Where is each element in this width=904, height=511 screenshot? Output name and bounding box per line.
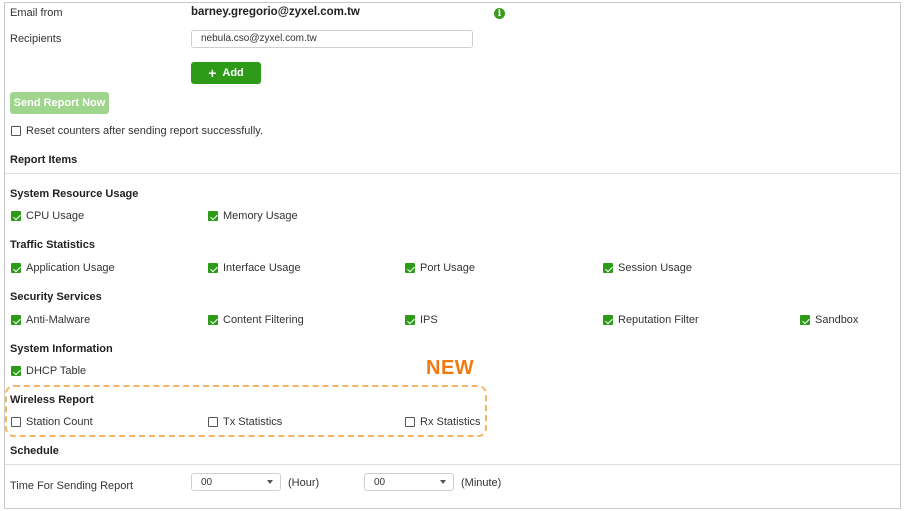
rx-statistics-checkbox[interactable]: Rx Statistics: [405, 416, 481, 428]
checkbox-icon: [405, 417, 415, 427]
content-filtering-checkbox[interactable]: Content Filtering: [208, 314, 304, 326]
time-for-sending-label: Time For Sending Report: [10, 480, 134, 492]
port-usage-checkbox[interactable]: Port Usage: [405, 262, 475, 274]
divider: [5, 173, 900, 174]
recipients-label: Recipients: [10, 33, 62, 45]
minute-select-value: 00: [374, 476, 386, 488]
content-filtering-label: Content Filtering: [223, 314, 304, 326]
checkbox-checked-icon: [11, 366, 21, 376]
ips-label: IPS: [420, 314, 438, 326]
caret-down-icon: [267, 480, 273, 484]
tx-statistics-checkbox[interactable]: Tx Statistics: [208, 416, 282, 428]
checkbox-checked-icon: [405, 315, 415, 325]
session-usage-label: Session Usage: [618, 262, 692, 274]
schedule-title: Schedule: [10, 445, 59, 457]
port-usage-label: Port Usage: [420, 262, 476, 274]
application-usage-label: Application Usage: [26, 262, 115, 274]
checkbox-checked-icon: [208, 315, 218, 325]
checkbox-icon: [208, 417, 218, 427]
checkbox-checked-icon: [11, 315, 21, 325]
checkbox-icon: [11, 126, 21, 136]
security-services-title: Security Services: [10, 291, 102, 303]
checkbox-icon: [11, 417, 21, 427]
recipients-input[interactable]: nebula.cso@zyxel.com.tw: [191, 30, 473, 48]
cpu-usage-checkbox[interactable]: CPU Usage: [11, 210, 84, 222]
checkbox-checked-icon: [603, 263, 613, 273]
reset-counters-label: Reset counters after sending report succ…: [26, 125, 264, 137]
system-information-title: System Information: [10, 343, 113, 355]
checkbox-checked-icon: [11, 211, 21, 221]
interface-usage-label: Interface Usage: [223, 262, 301, 274]
email-from-label: Email from: [10, 7, 63, 19]
checkbox-checked-icon: [405, 263, 415, 273]
cpu-usage-label: CPU Usage: [26, 210, 85, 222]
info-icon[interactable]: i: [494, 8, 505, 19]
hour-select-value: 00: [201, 476, 213, 488]
checkbox-checked-icon: [208, 263, 218, 273]
anti-malware-label: Anti-Malware: [26, 314, 91, 326]
wireless-report-title: Wireless Report: [10, 394, 94, 406]
system-resource-title: System Resource Usage: [10, 188, 139, 200]
traffic-statistics-title: Traffic Statistics: [10, 239, 95, 251]
wireless-report-highlight: [5, 385, 487, 437]
dhcp-table-checkbox[interactable]: DHCP Table: [11, 365, 86, 377]
add-button-label: Add: [222, 67, 244, 79]
hour-select[interactable]: 00: [191, 473, 281, 491]
rx-statistics-label: Rx Statistics: [420, 416, 481, 428]
plus-icon: +: [208, 65, 217, 81]
report-items-title: Report Items: [10, 154, 78, 166]
reputation-filter-label: Reputation Filter: [618, 314, 699, 326]
memory-usage-label: Memory Usage: [223, 210, 298, 222]
reset-counters-checkbox[interactable]: Reset counters after sending report succ…: [11, 125, 263, 137]
station-count-checkbox[interactable]: Station Count: [11, 416, 93, 428]
application-usage-checkbox[interactable]: Application Usage: [11, 262, 115, 274]
session-usage-checkbox[interactable]: Session Usage: [603, 262, 692, 274]
email-from-value: barney.gregorio@zyxel.com.tw: [191, 6, 360, 18]
minute-unit-label: (Minute): [461, 477, 502, 489]
divider: [5, 464, 900, 465]
checkbox-checked-icon: [603, 315, 613, 325]
caret-down-icon: [440, 480, 446, 484]
add-recipient-button[interactable]: + Add: [191, 62, 261, 84]
checkbox-checked-icon: [800, 315, 810, 325]
dhcp-table-label: DHCP Table: [26, 365, 87, 377]
send-report-label: Send Report Now: [13, 97, 106, 109]
send-report-now-button[interactable]: Send Report Now: [10, 92, 109, 114]
tx-statistics-label: Tx Statistics: [223, 416, 283, 428]
minute-select[interactable]: 00: [364, 473, 454, 491]
checkbox-checked-icon: [11, 263, 21, 273]
sandbox-checkbox[interactable]: Sandbox: [800, 314, 858, 326]
sandbox-label: Sandbox: [815, 314, 859, 326]
memory-usage-checkbox[interactable]: Memory Usage: [208, 210, 298, 222]
new-badge: NEW: [426, 357, 475, 379]
ips-checkbox[interactable]: IPS: [405, 314, 438, 326]
hour-unit-label: (Hour): [288, 477, 320, 489]
reputation-filter-checkbox[interactable]: Reputation Filter: [603, 314, 699, 326]
checkbox-checked-icon: [208, 211, 218, 221]
anti-malware-checkbox[interactable]: Anti-Malware: [11, 314, 90, 326]
interface-usage-checkbox[interactable]: Interface Usage: [208, 262, 301, 274]
station-count-label: Station Count: [26, 416, 93, 428]
